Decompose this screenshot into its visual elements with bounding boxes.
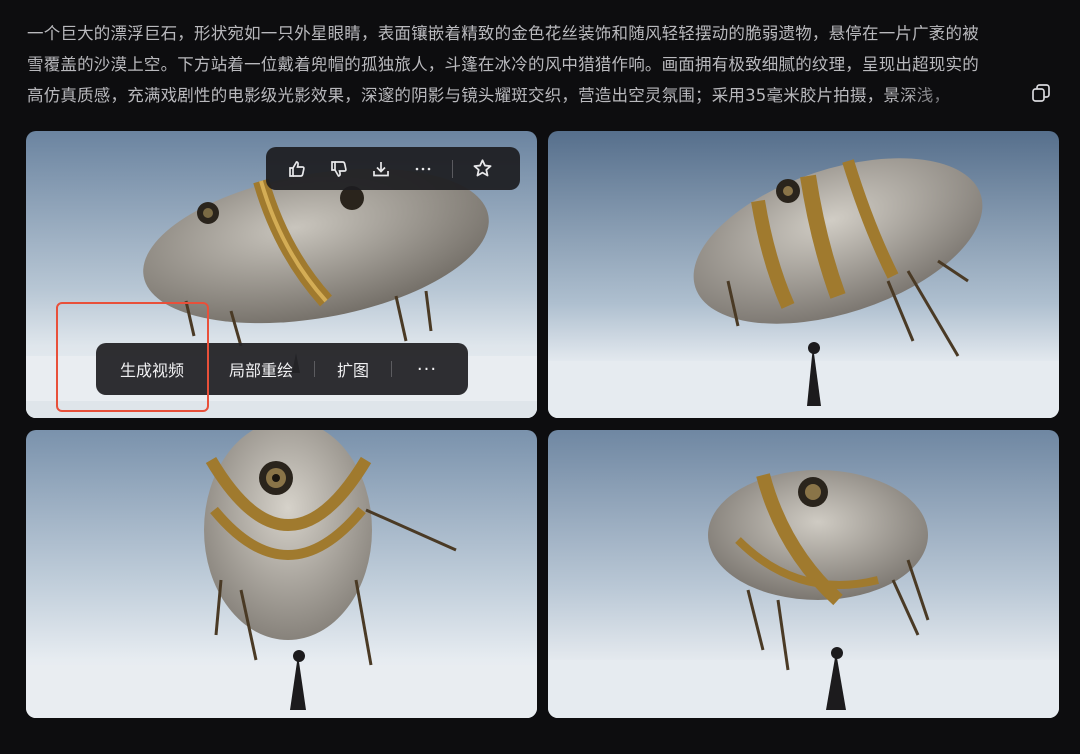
generated-image-2[interactable]: [548, 131, 1059, 418]
image-grid: [26, 131, 1059, 718]
prompt-line-3: 高仿真质感，充满戏剧性的电影级光影效果，深邃的阴影与镜头耀斑交织，营造出空灵氛围…: [27, 86, 951, 105]
local-redraw-button[interactable]: 局部重绘: [208, 343, 314, 395]
image-toolbar: [266, 147, 520, 190]
more-button[interactable]: [402, 147, 444, 190]
generate-video-button[interactable]: 生成视频: [96, 343, 208, 395]
dislike-button[interactable]: [318, 147, 360, 190]
action-more-button[interactable]: ···: [392, 343, 462, 395]
prompt-line-2: 雪覆盖的沙漠上空。下方站着一位戴着兜帽的孤独旅人，斗篷在冰冷的风中猎猎作响。画面…: [27, 55, 979, 74]
image-action-bar: 生成视频 局部重绘 扩图 ···: [96, 343, 468, 395]
star-icon: [473, 159, 491, 177]
thumbs-up-icon: [289, 160, 305, 177]
floating-rock-image: [26, 430, 537, 718]
generated-image-3[interactable]: [26, 430, 537, 718]
generated-image-4[interactable]: [548, 430, 1059, 718]
download-button[interactable]: [360, 147, 402, 190]
copy-button[interactable]: [1030, 82, 1052, 104]
thumbs-down-icon: [331, 160, 347, 177]
more-icon: [415, 167, 431, 170]
download-icon: [373, 161, 389, 176]
copy-icon: [1032, 84, 1050, 102]
toolbar-divider: [452, 159, 453, 178]
prompt-text: 一个巨大的漂浮巨石，形状宛如一只外星眼睛，表面镶嵌着精致的金色花丝装饰和随风轻轻…: [27, 18, 1062, 111]
expand-image-button[interactable]: 扩图: [315, 343, 391, 395]
like-button[interactable]: [276, 147, 318, 190]
floating-rock-image: [548, 430, 1059, 718]
prompt-line-1: 一个巨大的漂浮巨石，形状宛如一只外星眼睛，表面镶嵌着精致的金色花丝装饰和随风轻轻…: [27, 24, 979, 43]
floating-rock-image: [548, 131, 1059, 418]
favorite-button[interactable]: [461, 147, 503, 190]
